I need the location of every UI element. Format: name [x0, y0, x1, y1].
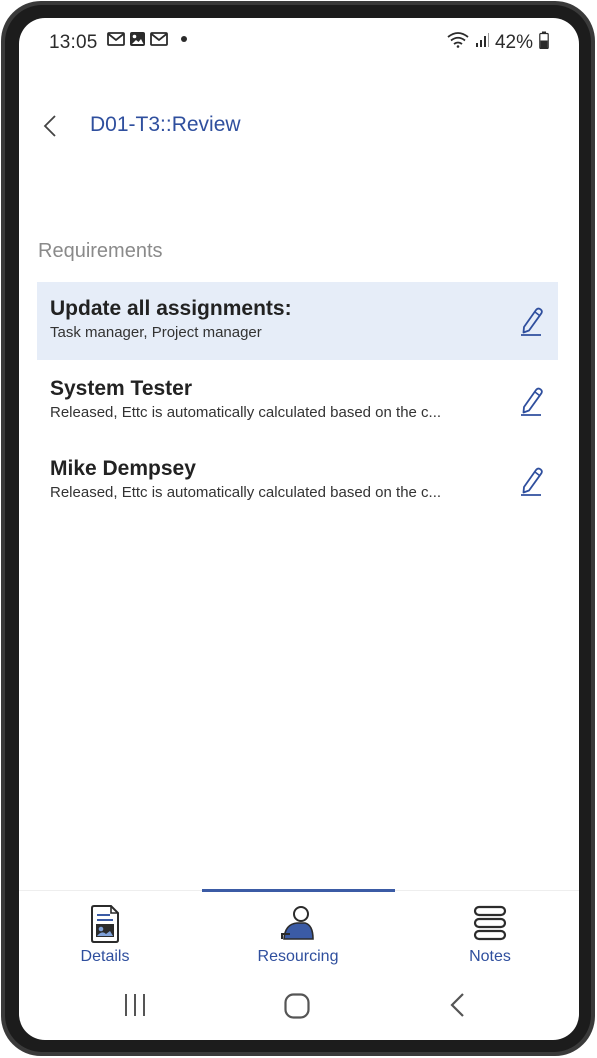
status-time: 13:05	[49, 32, 98, 53]
resourcing-icon	[280, 905, 316, 946]
signal-icon	[475, 32, 489, 54]
list-item-update-all[interactable]: Update all assignments: Task manager, Pr…	[37, 282, 558, 360]
battery-icon	[539, 31, 549, 55]
item-title: Update all assignments:	[50, 297, 292, 320]
notification-icons	[107, 31, 188, 47]
app-header: D01-T3::Review	[19, 98, 579, 154]
tab-notes[interactable]: Notes	[415, 891, 565, 979]
requirements-list: Update all assignments: Task manager, Pr…	[37, 282, 558, 522]
system-nav-bar	[19, 978, 579, 1040]
home-icon	[284, 993, 310, 1019]
chevron-left-icon	[450, 993, 464, 1017]
edit-button[interactable]	[516, 304, 546, 338]
tab-details[interactable]: Details	[30, 891, 180, 979]
page-title: D01-T3::Review	[90, 113, 241, 136]
tab-label: Details	[80, 948, 130, 965]
phone-screen: 13:05 42% D01-T3::Review Requirements Up…	[19, 18, 579, 1040]
tab-label: Notes	[469, 948, 511, 965]
recent-apps-icon	[125, 994, 145, 1016]
pencil-icon	[521, 467, 543, 496]
chevron-left-icon	[43, 115, 56, 137]
recent-apps-button[interactable]	[123, 992, 147, 1023]
item-subtitle: Task manager, Project manager	[50, 324, 262, 341]
gmail-icon	[150, 32, 168, 46]
list-item-system-tester[interactable]: System Tester Released, Ettc is automati…	[37, 362, 558, 442]
item-title: Mike Dempsey	[50, 457, 196, 480]
wifi-icon	[447, 32, 469, 54]
tab-resourcing[interactable]: Resourcing	[223, 891, 373, 979]
section-title: Requirements	[38, 240, 163, 262]
notes-icon	[472, 905, 508, 946]
back-button[interactable]	[37, 110, 63, 142]
home-button[interactable]	[283, 992, 311, 1025]
bottom-nav: Details Resourcing Notes	[19, 889, 579, 979]
list-item-mike-dempsey[interactable]: Mike Dempsey Released, Ettc is automatic…	[37, 442, 558, 522]
item-subtitle: Released, Ettc is automatically calculat…	[50, 484, 442, 501]
system-back-button[interactable]	[449, 992, 465, 1023]
battery-percent: 42%	[494, 32, 533, 53]
pencil-icon	[521, 387, 543, 416]
status-bar: 13:05 42%	[19, 18, 579, 66]
item-subtitle: Released, Ettc is automatically calculat…	[50, 404, 442, 421]
dot-icon	[180, 35, 188, 43]
edit-button[interactable]	[516, 464, 546, 498]
details-icon	[90, 905, 120, 948]
image-icon	[129, 31, 146, 47]
edit-button[interactable]	[516, 384, 546, 418]
status-right: 42%	[447, 31, 549, 55]
gmail-icon	[107, 32, 125, 46]
tab-label: Resourcing	[257, 948, 339, 965]
item-title: System Tester	[50, 377, 193, 400]
pencil-icon	[521, 307, 543, 336]
